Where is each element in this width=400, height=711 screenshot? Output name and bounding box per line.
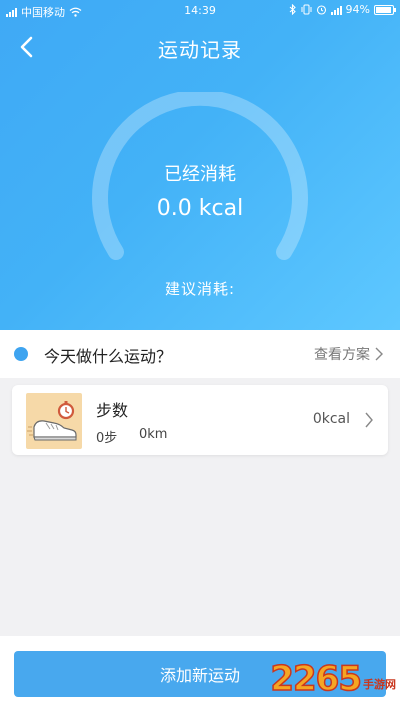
signal-strength-icon [330, 5, 342, 15]
watermark-logo: 2265 手游网 [270, 658, 396, 699]
add-exercise-label: 添加新运动 [159, 666, 240, 685]
exercise-distance: 0km [139, 427, 168, 442]
exercise-steps: 0步 [96, 431, 118, 446]
today-title: 今天做什么运动？ [44, 347, 173, 366]
hero-panel: 中国移动 14:39 94% 运动记录 已经消耗 0.0 kcal 建议消耗: [0, 0, 400, 330]
page-title: 运动记录 [158, 38, 242, 62]
exercise-name: 步数 [96, 401, 129, 420]
status-bar: 中国移动 14:39 94% [0, 0, 400, 22]
exercise-card-steps[interactable]: 步数 0步 0km 0kcal [12, 385, 388, 455]
alarm-icon [316, 5, 326, 15]
watermark-number: 2265 [270, 659, 363, 699]
chevron-right-icon [375, 347, 383, 361]
today-header: 今天做什么运动？ 查看方案 [0, 330, 400, 378]
bluetooth-icon [289, 4, 296, 15]
view-plan-link[interactable]: 查看方案 [314, 344, 384, 364]
exercise-kcal: 0kcal [312, 411, 350, 427]
battery-icon [374, 4, 396, 15]
status-right: 94% [289, 3, 396, 16]
battery-percent: 94% [345, 3, 370, 16]
chevron-right-icon [365, 412, 373, 428]
suggest-label: 建议消耗: [164, 280, 236, 298]
watermark-text: 手游网 [363, 678, 396, 691]
vibrate-icon [301, 4, 312, 15]
blue-dot-icon [14, 347, 28, 361]
consumed-value: 0.0 kcal [156, 196, 244, 221]
view-plan-label: 查看方案 [314, 347, 370, 363]
sneaker-stopwatch-icon [26, 393, 82, 449]
consumed-label: 已经消耗 [164, 164, 236, 185]
